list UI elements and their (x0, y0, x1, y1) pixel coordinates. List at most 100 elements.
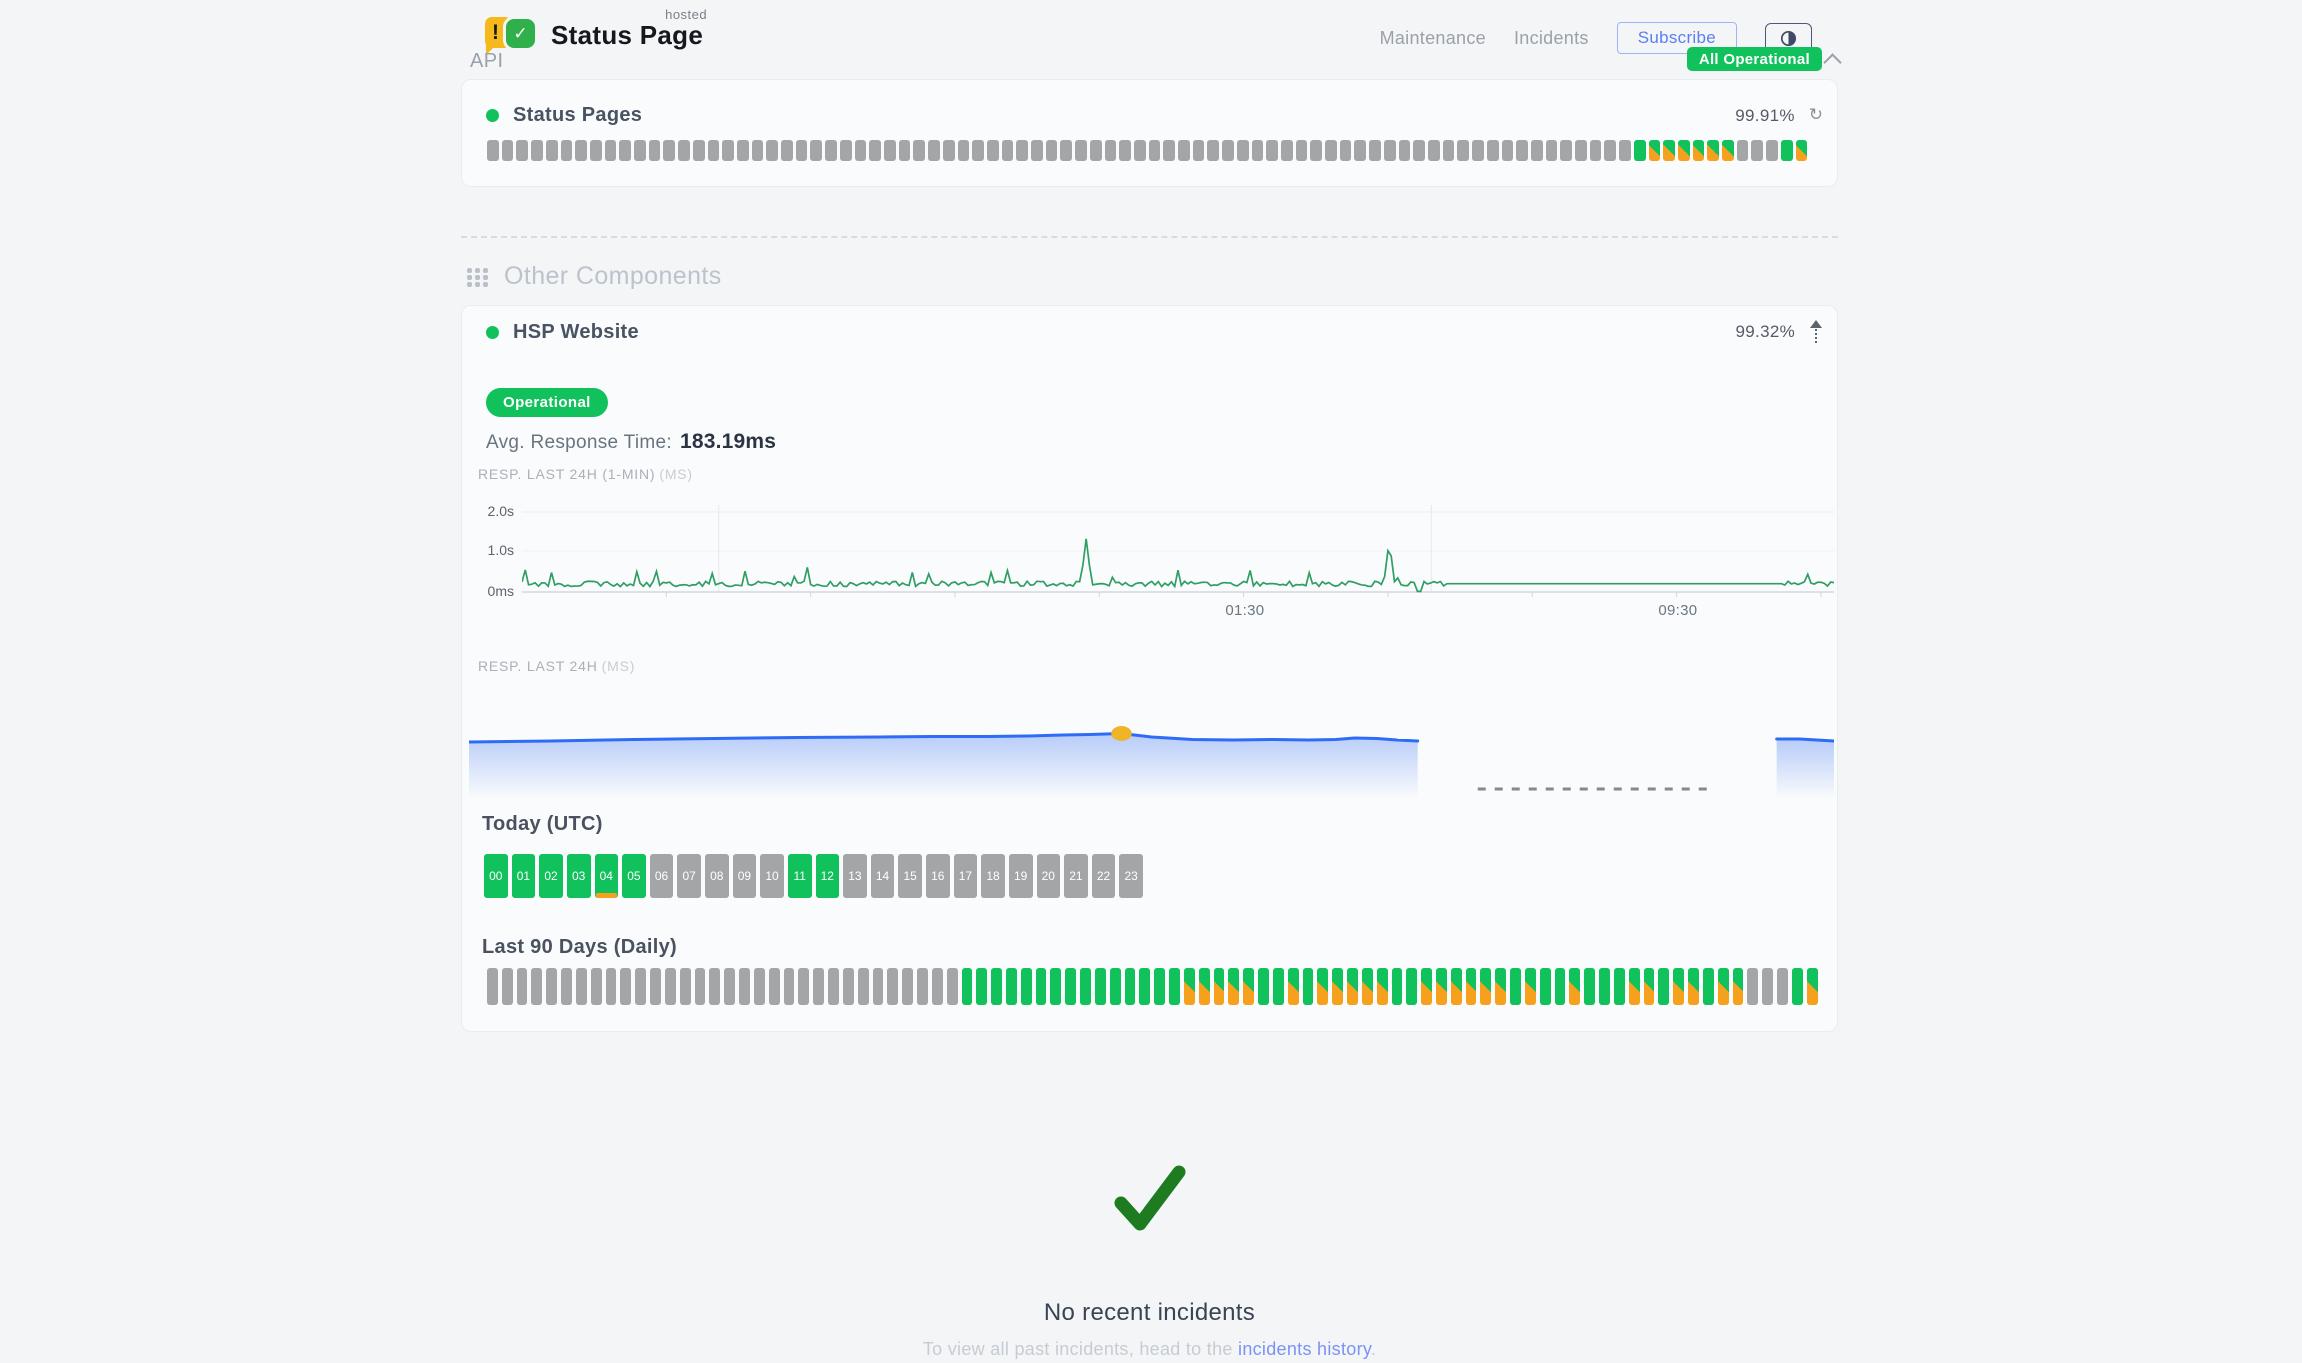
uptime-bar-muted/no-data[interactable] (1560, 140, 1572, 161)
uptime-bar-degraded[interactable] (1436, 968, 1447, 1005)
uptime-bar-muted/no-data[interactable] (1399, 140, 1411, 161)
uptime-bar-degraded[interactable] (1377, 968, 1388, 1005)
uptime-bar-muted/no-data[interactable] (1516, 140, 1528, 161)
hour-cell-04[interactable]: 04 (595, 854, 619, 898)
uptime-bar-muted/no-data[interactable] (1060, 140, 1072, 161)
uptime-bar-muted/no-data[interactable] (1472, 140, 1484, 161)
uptime-bar-operational[interactable] (1273, 968, 1284, 1005)
uptime-bar-muted/no-data[interactable] (810, 140, 822, 161)
uptime-bar-operational[interactable] (1599, 968, 1610, 1005)
uptime-bar-operational[interactable] (1080, 968, 1091, 1005)
uptime-bar-degraded[interactable] (1288, 968, 1299, 1005)
uptime-bar-muted/no-data[interactable] (781, 140, 793, 161)
uptime-bar-degraded[interactable] (1707, 140, 1719, 161)
uptime-bar-muted/no-data[interactable] (1002, 140, 1014, 161)
uptime-bar-muted/no-data[interactable] (531, 140, 543, 161)
uptime-bar-degraded[interactable] (1569, 968, 1580, 1005)
uptime-bar-operational[interactable] (1634, 140, 1646, 161)
uptime-bar-operational[interactable] (1095, 968, 1106, 1005)
uptime-bar-operational[interactable] (1792, 968, 1803, 1005)
hour-cell-12[interactable]: 12 (816, 854, 840, 898)
uptime-bar-degraded[interactable] (1451, 968, 1462, 1005)
uptime-bar-muted/no-data[interactable] (561, 968, 572, 1005)
uptime-bar-muted/no-data[interactable] (899, 140, 911, 161)
uptime-bar-muted/no-data[interactable] (487, 968, 498, 1005)
uptime-bar-muted/no-data[interactable] (517, 968, 528, 1005)
uptime-bar-degraded[interactable] (1332, 968, 1343, 1005)
uptime-bar-muted/no-data[interactable] (1575, 140, 1587, 161)
uptime-bar-muted/no-data[interactable] (678, 140, 690, 161)
uptime-bar-operational[interactable] (1125, 968, 1136, 1005)
uptime-bar-muted/no-data[interactable] (722, 140, 734, 161)
uptime-bar-muted/no-data[interactable] (1075, 140, 1087, 161)
hour-cell-23[interactable]: 23 (1119, 854, 1143, 898)
uptime-bar-muted/no-data[interactable] (1546, 140, 1558, 161)
uptime-bar-muted/no-data[interactable] (873, 968, 884, 1005)
uptime-bar-degraded[interactable] (1693, 140, 1705, 161)
uptime-bar-muted/no-data[interactable] (1747, 968, 1758, 1005)
uptime-bar-muted/no-data[interactable] (769, 968, 780, 1005)
uptime-bar-operational[interactable] (976, 968, 987, 1005)
hour-cell-08[interactable]: 08 (705, 854, 729, 898)
uptime-bar-muted/no-data[interactable] (913, 140, 925, 161)
uptime-bar-muted/no-data[interactable] (784, 968, 795, 1005)
uptime-bar-degraded[interactable] (1362, 968, 1373, 1005)
incidents-history-link[interactable]: incidents history (1238, 1339, 1371, 1359)
uptime-bar-muted/no-data[interactable] (1046, 140, 1058, 161)
uptime-bar-degraded[interactable] (1466, 968, 1477, 1005)
uptime-bar-muted/no-data[interactable] (1531, 140, 1543, 161)
uptime-bar-muted/no-data[interactable] (502, 968, 513, 1005)
uptime-bar-operational[interactable] (1036, 968, 1047, 1005)
hour-cell-11[interactable]: 11 (788, 854, 812, 898)
uptime-bar-degraded[interactable] (1722, 140, 1734, 161)
uptime-bar-muted/no-data[interactable] (1031, 140, 1043, 161)
uptime-bar-operational[interactable] (1510, 968, 1521, 1005)
uptime-bar-muted/no-data[interactable] (1222, 140, 1234, 161)
hour-cell-03[interactable]: 03 (567, 854, 591, 898)
uptime-bar-degraded[interactable] (1184, 968, 1195, 1005)
hour-cell-16[interactable]: 16 (926, 854, 950, 898)
hour-cell-20[interactable]: 20 (1037, 854, 1061, 898)
nav-incidents[interactable]: Incidents (1514, 28, 1589, 49)
uptime-bar-operational[interactable] (1614, 968, 1625, 1005)
uptime-bar-muted/no-data[interactable] (1149, 140, 1161, 161)
uptime-bar-muted/no-data[interactable] (1457, 140, 1469, 161)
uptime-bar-muted/no-data[interactable] (1443, 140, 1455, 161)
uptime-bar-muted/no-data[interactable] (843, 968, 854, 1005)
uptime-bar-degraded[interactable] (1649, 140, 1661, 161)
hour-cell-00[interactable]: 00 (484, 854, 508, 898)
uptime-bar-degraded[interactable] (1718, 968, 1729, 1005)
uptime-bar-muted/no-data[interactable] (635, 968, 646, 1005)
uptime-bar-muted/no-data[interactable] (1090, 140, 1102, 161)
hour-cell-21[interactable]: 21 (1064, 854, 1088, 898)
uptime-bar-muted/no-data[interactable] (1384, 140, 1396, 161)
uptime-bar-operational[interactable] (1110, 968, 1121, 1005)
hour-cell-18[interactable]: 18 (981, 854, 1005, 898)
uptime-bar-degraded[interactable] (1678, 140, 1690, 161)
uptime-bar-degraded[interactable] (1796, 140, 1808, 161)
uptime-bar-muted/no-data[interactable] (932, 968, 943, 1005)
uptime-bar-operational[interactable] (1540, 968, 1551, 1005)
uptime-bar-muted/no-data[interactable] (1502, 140, 1514, 161)
uptime-bar-muted/no-data[interactable] (1237, 140, 1249, 161)
uptime-bar-muted/no-data[interactable] (590, 140, 602, 161)
uptime-bar-muted/no-data[interactable] (693, 140, 705, 161)
uptime-bar-degraded[interactable] (1629, 968, 1640, 1005)
uptime-bar-muted/no-data[interactable] (591, 968, 602, 1005)
uptime-bar-degraded[interactable] (1673, 968, 1684, 1005)
uptime-bar-muted/no-data[interactable] (561, 140, 573, 161)
uptime-bar-muted/no-data[interactable] (1296, 140, 1308, 161)
uptime-bar-muted/no-data[interactable] (1252, 140, 1264, 161)
uptime-bar-muted/no-data[interactable] (840, 140, 852, 161)
uptime-bar-muted/no-data[interactable] (605, 140, 617, 161)
uptime-bar-muted/no-data[interactable] (516, 140, 528, 161)
uptime-bar-operational[interactable] (991, 968, 1002, 1005)
uptime-bar-muted/no-data[interactable] (663, 140, 675, 161)
uptime-bar-muted/no-data[interactable] (884, 140, 896, 161)
uptime-bar-muted/no-data[interactable] (754, 968, 765, 1005)
uptime-bar-muted/no-data[interactable] (1751, 140, 1763, 161)
uptime-bar-muted/no-data[interactable] (1766, 140, 1778, 161)
uptime-bar-muted/no-data[interactable] (708, 140, 720, 161)
uptime-bar-muted/no-data[interactable] (917, 968, 928, 1005)
uptime-bar-muted/no-data[interactable] (665, 968, 676, 1005)
